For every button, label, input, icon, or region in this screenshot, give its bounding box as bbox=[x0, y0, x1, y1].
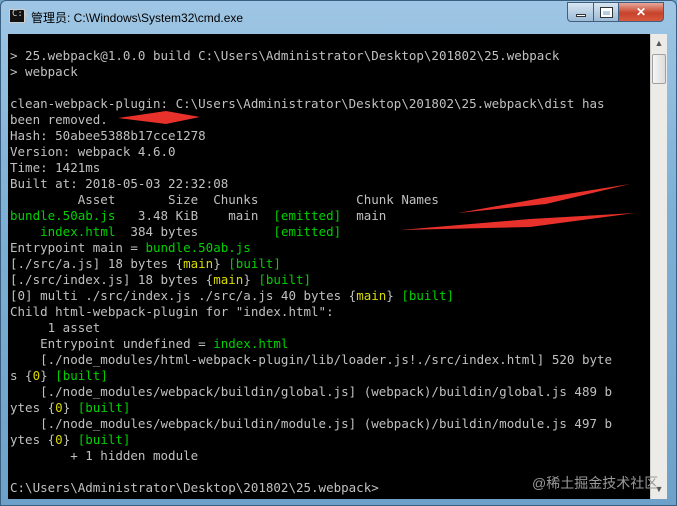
watermark: @稀土掘金技术社区 bbox=[532, 475, 659, 491]
console-line: [./node_modules/html-webpack-plugin/lib/… bbox=[10, 352, 613, 367]
console-line: 1 asset bbox=[10, 320, 101, 335]
console-line: clean-webpack-plugin: C:\Users\Administr… bbox=[10, 96, 605, 111]
scroll-up-icon[interactable]: ▲ bbox=[651, 35, 667, 52]
console-output[interactable]: > 25.webpack@1.0.0 build C:\Users\Admini… bbox=[8, 34, 650, 499]
console-line: ytes {0} [built] bbox=[10, 400, 131, 415]
console-line: been removed. bbox=[10, 112, 108, 127]
vertical-scrollbar[interactable]: ▲ ▼ bbox=[650, 34, 667, 499]
console-line: Built at: 2018-05-03 22:32:08 bbox=[10, 176, 229, 191]
console-line: Entrypoint undefined = index.html bbox=[10, 336, 289, 351]
window-title: 管理员: C:\Windows\System32\cmd.exe bbox=[31, 11, 244, 25]
console-line: index.html 384 bytes [emitted] bbox=[40, 224, 342, 239]
console-line: [./src/a.js] 18 bytes {main} [built] bbox=[10, 256, 281, 271]
minimize-icon bbox=[576, 14, 586, 17]
console-line: Hash: 50abee5388b17cce1278 bbox=[10, 128, 206, 143]
console-line: > 25.webpack@1.0.0 build C:\Users\Admini… bbox=[10, 48, 560, 63]
console-line: Asset Size Chunks Chunk Names bbox=[10, 192, 439, 207]
console-line: [./src/index.js] 18 bytes {main} [built] bbox=[10, 272, 312, 287]
scroll-thumb[interactable] bbox=[652, 54, 666, 84]
console-line: [./node_modules/webpack/buildin/global.j… bbox=[10, 384, 613, 399]
close-button[interactable]: ✕ bbox=[618, 2, 664, 22]
console-line: + 1 hidden module bbox=[10, 448, 199, 463]
console-line: s {0} [built] bbox=[10, 368, 108, 383]
minimize-button[interactable] bbox=[567, 2, 594, 22]
maximize-icon bbox=[601, 8, 612, 17]
console-line: > webpack bbox=[10, 64, 78, 79]
console-line: Time: 1421ms bbox=[10, 160, 101, 175]
close-icon: ✕ bbox=[635, 5, 647, 19]
console-line: Version: webpack 4.6.0 bbox=[10, 144, 176, 159]
console-line: Child html-webpack-plugin for "index.htm… bbox=[10, 304, 334, 319]
console-line: bundle.50ab.js 3.48 KiB main [emitted] m… bbox=[10, 208, 387, 223]
console-line: Entrypoint main = bundle.50ab.js bbox=[10, 240, 251, 255]
console-line: [0] multi ./src/index.js ./src/a.js 40 b… bbox=[10, 288, 455, 303]
console-line: ytes {0} [built] bbox=[10, 432, 131, 447]
console-line: C:\Users\Administrator\Desktop\201802\25… bbox=[10, 480, 379, 495]
maximize-button[interactable] bbox=[593, 2, 619, 22]
console-line: [./node_modules/webpack/buildin/module.j… bbox=[10, 416, 613, 431]
cmd-icon[interactable]: C:\ bbox=[9, 9, 28, 23]
